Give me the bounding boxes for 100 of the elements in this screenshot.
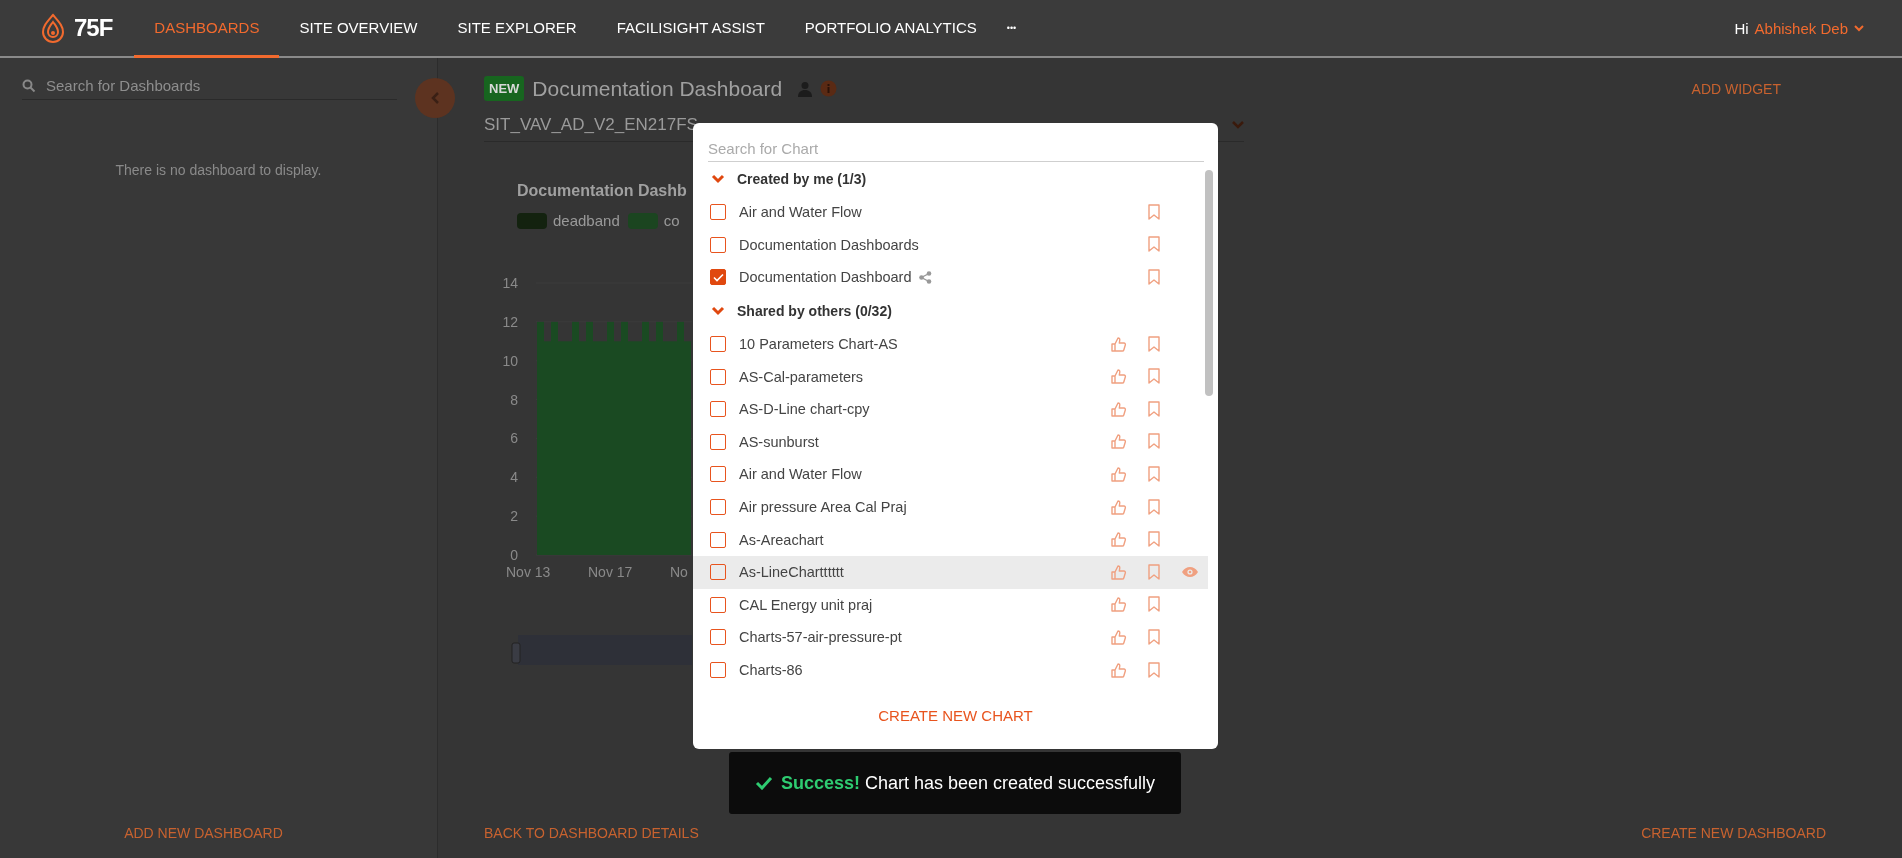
- scrollbar[interactable]: [1205, 170, 1213, 396]
- section-header[interactable]: Created by me (1/3): [693, 162, 1208, 196]
- axis-label: Nov 17: [588, 564, 633, 580]
- nav-tab[interactable]: PORTFOLIO ANALYTICS: [784, 0, 997, 58]
- thumbs-up-icon[interactable]: [1109, 661, 1127, 679]
- thumbs-up-icon[interactable]: [1109, 368, 1127, 386]
- axis-label: 2: [510, 508, 518, 525]
- section-header[interactable]: Shared by others (0/32): [693, 293, 1208, 328]
- chart-list-item[interactable]: 10 Parameters Chart-AS: [693, 327, 1208, 361]
- person-icon[interactable]: [798, 80, 813, 97]
- empty-message: There is no dashboard to display.: [114, 162, 323, 178]
- checkbox[interactable]: [710, 401, 726, 418]
- chart-name: As-Areachart: [739, 531, 824, 548]
- bookmark-icon[interactable]: [1147, 433, 1161, 451]
- chevron-down-icon: [1232, 121, 1244, 129]
- chart-list-item[interactable]: AS-sunburst: [693, 425, 1208, 459]
- chart-list-item[interactable]: CAL Energy unit praj: [693, 588, 1208, 622]
- checkbox[interactable]: [710, 466, 726, 483]
- checkbox[interactable]: [710, 433, 726, 450]
- bookmark-icon[interactable]: [1147, 465, 1161, 483]
- checkbox[interactable]: [710, 596, 726, 613]
- search-icon: [22, 78, 36, 93]
- nav-tab[interactable]: SITE EXPLORER: [437, 0, 597, 58]
- thumbs-up-icon[interactable]: [1109, 465, 1127, 483]
- bookmark-icon[interactable]: [1147, 269, 1161, 286]
- chevron-left-icon: [430, 91, 440, 105]
- chart-name: Documentation Dashboards: [739, 236, 919, 253]
- thumbs-up-icon[interactable]: [1109, 596, 1127, 614]
- bookmark-icon[interactable]: [1147, 531, 1161, 549]
- collapse-button[interactable]: [415, 78, 455, 118]
- bookmark-icon[interactable]: [1147, 596, 1161, 614]
- chart-name: Charts-86: [739, 662, 803, 678]
- create-chart-button[interactable]: CREATE NEW CHART: [870, 699, 1041, 732]
- bookmark-icon[interactable]: [1147, 661, 1161, 679]
- thumbs-up-icon[interactable]: [1109, 531, 1127, 549]
- chart-name: As-LineChartttttt: [739, 564, 844, 581]
- chart-name: AS-Cal-parameters: [739, 368, 864, 385]
- chart-list-item[interactable]: AS-D-Line chart-cpy: [693, 392, 1208, 426]
- toast-text: Success! Chart has been created successfully: [780, 772, 1156, 794]
- axis-label: 12: [502, 313, 518, 330]
- bookmark-icon[interactable]: [1147, 498, 1161, 516]
- checkbox[interactable]: [710, 531, 726, 548]
- range-navigator[interactable]: [511, 635, 692, 665]
- checkbox[interactable]: [710, 564, 726, 581]
- chart-name: CAL Energy unit praj: [739, 596, 873, 613]
- chart-list-item[interactable]: Air and Water Flow: [693, 458, 1208, 491]
- thumbs-up-icon[interactable]: [1109, 433, 1127, 451]
- check-icon: [754, 776, 773, 790]
- chart-name: AS-D-Line chart-cpy: [739, 401, 870, 418]
- bookmark-icon[interactable]: [1147, 203, 1161, 221]
- bookmark-icon[interactable]: [1147, 563, 1161, 581]
- chevron-down-icon[interactable]: [1854, 24, 1864, 32]
- chart-list-item[interactable]: Documentation Dashboards: [693, 228, 1208, 262]
- checkbox[interactable]: [710, 236, 726, 253]
- checkbox[interactable]: [710, 368, 726, 385]
- checkbox[interactable]: [710, 499, 726, 516]
- chart-list-item[interactable]: Documentation Dashboard: [693, 261, 1208, 294]
- logo-icon: [40, 13, 66, 43]
- checkbox[interactable]: [710, 662, 726, 678]
- legend-label: deadband: [553, 212, 620, 229]
- chart-list-item[interactable]: Air and Water Flow: [693, 196, 1208, 229]
- chart-list-item[interactable]: Charts-86: [693, 653, 1208, 682]
- widget-title: Documentation Dashb: [516, 182, 687, 200]
- chart-name: Air pressure Area Cal Praj: [739, 499, 907, 516]
- chart-list-item[interactable]: Charts-57-air-pressure-pt: [693, 621, 1208, 654]
- legend-label: co: [663, 212, 680, 229]
- bookmark-icon[interactable]: [1147, 368, 1161, 386]
- info-icon[interactable]: [820, 80, 838, 97]
- chart-name: 10 Parameters Chart-AS: [739, 336, 898, 353]
- chart-name: Charts-57-air-pressure-pt: [739, 629, 902, 646]
- bookmark-icon[interactable]: [1147, 335, 1161, 353]
- checkbox[interactable]: [710, 336, 726, 353]
- new-badge: NEW: [484, 76, 525, 101]
- thumbs-up-icon[interactable]: [1109, 400, 1127, 418]
- checkbox[interactable]: [710, 629, 726, 646]
- thumbs-up-icon[interactable]: [1109, 498, 1127, 516]
- thumbs-up-icon[interactable]: [1109, 563, 1127, 581]
- nav-tab[interactable]: SITE OVERVIEW: [279, 0, 438, 58]
- chart-list-item[interactable]: As-LineChartttttt: [693, 555, 1208, 589]
- chart-list-item[interactable]: As-Areachart: [693, 523, 1208, 556]
- nav-tab[interactable]: FACILISIGHT ASSIST: [596, 0, 785, 58]
- bookmark-icon[interactable]: [1147, 400, 1161, 418]
- axis-label: 6: [510, 430, 518, 447]
- user-menu[interactable]: Abhishek Deb: [1754, 19, 1848, 37]
- more-menu-button[interactable]: •••: [996, 0, 1027, 56]
- eye-icon[interactable]: [1181, 566, 1199, 579]
- bookmark-icon[interactable]: [1147, 628, 1161, 646]
- chart-list-item[interactable]: AS-Cal-parameters: [693, 360, 1208, 393]
- thumbs-up-icon[interactable]: [1109, 335, 1127, 353]
- checkbox[interactable]: [710, 204, 726, 221]
- checkbox[interactable]: [710, 269, 726, 286]
- chart-name: Air and Water Flow: [739, 204, 862, 221]
- search-field[interactable]: Search for Dashboards: [44, 76, 397, 95]
- chart-list-item[interactable]: Air pressure Area Cal Praj: [693, 490, 1208, 524]
- axis-label: 0: [510, 547, 518, 563]
- axis-label: Nov 13: [506, 564, 551, 580]
- axis-label: 4: [510, 469, 518, 486]
- bookmark-icon[interactable]: [1147, 236, 1161, 254]
- thumbs-up-icon[interactable]: [1109, 628, 1127, 646]
- chart-name: Air and Water Flow: [739, 466, 862, 483]
